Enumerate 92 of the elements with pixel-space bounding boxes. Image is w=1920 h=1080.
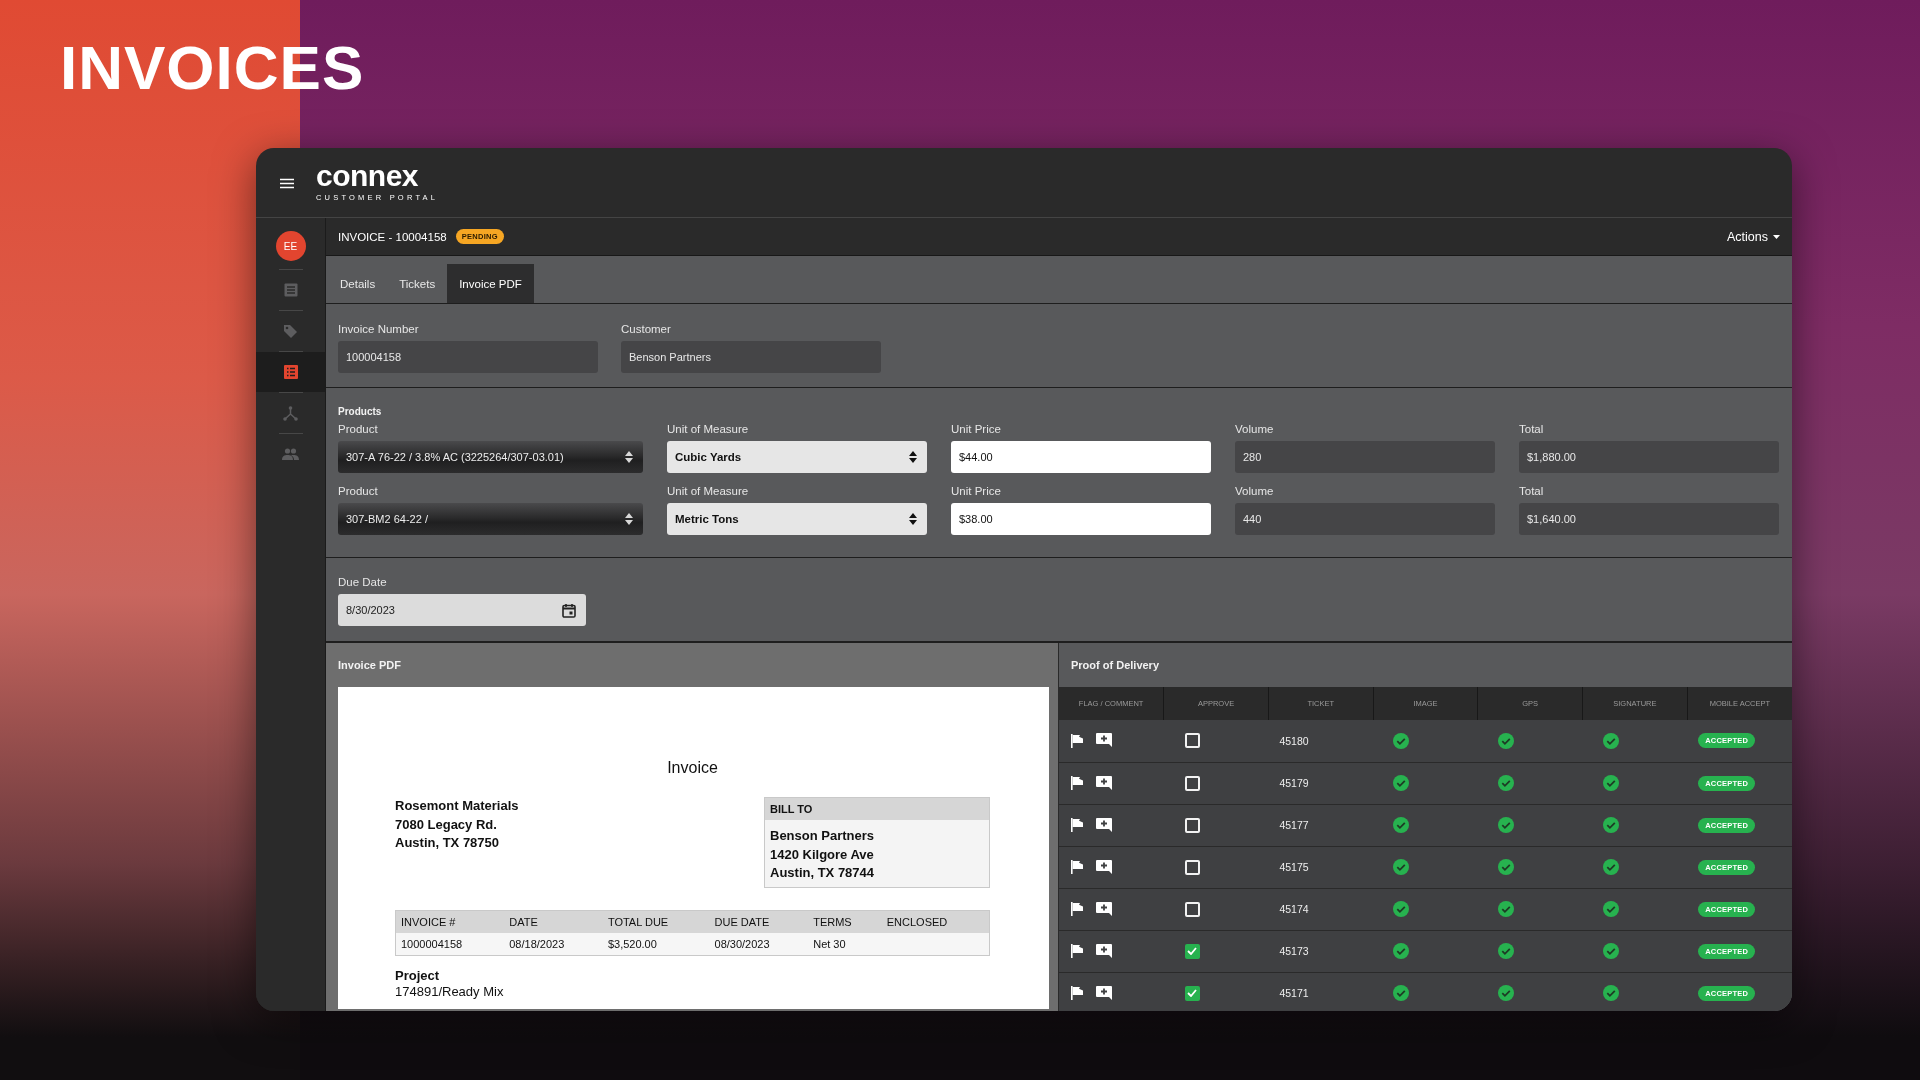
caret-icon	[1773, 234, 1780, 239]
sort-arrows-icon	[909, 513, 917, 525]
billing-address: Benson Partners 1420 Kilgore Ave Austin, TX 78744	[769, 827, 876, 882]
tab[interactable]: Details	[328, 264, 388, 303]
table-cell: 45171	[1268, 972, 1374, 1011]
tab[interactable]: Invoice PDF	[447, 264, 534, 303]
input-field[interactable]: $44.00	[951, 441, 1211, 473]
table-cell: 45175	[1268, 846, 1374, 888]
sort-arrows-icon	[625, 513, 633, 525]
section-title: Products	[338, 406, 383, 419]
add-comment-icon[interactable]	[1096, 985, 1112, 1001]
checkbox[interactable]	[1184, 817, 1200, 833]
add-comment-icon[interactable]	[1096, 817, 1112, 833]
field-label: Unit of Measure	[667, 422, 750, 436]
field-label: Unit Price	[951, 422, 1002, 436]
select-field[interactable]: 307-BM2 64-22 /	[338, 503, 643, 535]
flag-icon[interactable]	[1070, 733, 1083, 748]
project-heading: Project	[395, 967, 441, 984]
field-label: Due Date	[338, 575, 388, 589]
panel-title: Proof of Delivery	[1070, 658, 1161, 673]
document-title: Invoice	[666, 759, 719, 777]
column-header: TOTAL DUE	[602, 910, 710, 933]
sender-address: Rosemont Materials 7080 Legacy Rd. Austin, TX 78750	[395, 797, 519, 852]
checkbox[interactable]	[1184, 985, 1200, 1001]
field-label: Unit of Measure	[667, 484, 750, 498]
select-field[interactable]: Metric Tons	[667, 503, 927, 535]
field-label: Product	[338, 484, 379, 498]
invoice-title: INVOICE - 10004158	[338, 230, 447, 243]
field-label: Total	[1519, 422, 1545, 436]
add-comment-icon[interactable]	[1096, 859, 1112, 875]
tab[interactable]: Tickets	[387, 264, 448, 303]
project-value: 174891/Ready Mix	[395, 983, 505, 1000]
table-cell: 45177	[1268, 804, 1374, 846]
checkbox[interactable]	[1184, 859, 1200, 875]
brand-name: connex	[316, 161, 420, 190]
input-field[interactable]: Benson Partners	[621, 341, 881, 373]
table-cell: 08/18/2023	[504, 932, 603, 955]
table-cell: 1000004158	[395, 932, 505, 955]
checkbox[interactable]	[1184, 733, 1200, 749]
flag-icon[interactable]	[1070, 902, 1083, 916]
flag-icon[interactable]	[1070, 776, 1083, 790]
flag-icon[interactable]	[1070, 986, 1083, 1000]
sort-arrows-icon	[909, 451, 917, 463]
bill-to-heading: BILL TO	[765, 798, 989, 820]
field-label: Invoice Number	[338, 322, 420, 336]
input-field[interactable]: 440	[1235, 503, 1495, 535]
avatar[interactable]: EE	[275, 231, 306, 261]
select-field[interactable]: 307-A 76-22 / 3.8% AC (3225264/307-03.01)	[338, 441, 643, 473]
field-label: Product	[338, 422, 379, 436]
flag-icon[interactable]	[1070, 818, 1083, 832]
network-icon	[283, 405, 298, 421]
flag-icon[interactable]	[1070, 860, 1083, 874]
table-cell: 45174	[1268, 888, 1374, 930]
tag-icon	[283, 323, 298, 339]
column-header: DUE DATE	[709, 910, 809, 933]
table-cell: 45173	[1268, 930, 1374, 972]
column-header: TERMS	[808, 910, 882, 933]
input-field[interactable]: 280	[1235, 441, 1495, 473]
calendar-icon[interactable]	[562, 602, 576, 618]
list-icon	[283, 365, 298, 379]
input-field[interactable]: 100004158	[338, 341, 598, 373]
field-label: Total	[1519, 484, 1545, 498]
date-field[interactable]: 8/30/2023	[338, 594, 586, 626]
add-comment-icon[interactable]	[1096, 775, 1112, 791]
page-title: INVOICES	[60, 32, 365, 104]
add-comment-icon[interactable]	[1096, 943, 1112, 959]
add-comment-icon[interactable]	[1096, 901, 1112, 917]
field-label: Customer	[621, 322, 672, 336]
input-field[interactable]: $38.00	[951, 503, 1211, 535]
table-cell: 45180	[1268, 720, 1374, 762]
field-label: Unit Price	[951, 484, 1002, 498]
column-header: INVOICE #	[395, 910, 505, 933]
document-icon	[283, 283, 298, 297]
input-field[interactable]: $1,640.00	[1519, 503, 1779, 535]
input-field[interactable]: $1,880.00	[1519, 441, 1779, 473]
panel-title: Invoice PDF	[337, 658, 402, 673]
table-cell: 45179	[1268, 762, 1374, 804]
sidebar-item[interactable]	[256, 352, 325, 392]
column-header: ENCLOSED	[881, 910, 990, 933]
people-icon	[282, 448, 299, 460]
table-cell: Net 30	[808, 932, 882, 955]
sort-arrows-icon	[625, 451, 633, 463]
field-label: Volume	[1235, 484, 1275, 498]
add-comment-icon[interactable]	[1096, 733, 1112, 749]
column-header: DATE	[504, 910, 603, 933]
flag-icon[interactable]	[1070, 944, 1083, 958]
checkbox[interactable]	[1184, 943, 1200, 959]
actions-button[interactable]: Actions	[1727, 229, 1780, 244]
checkbox[interactable]	[1184, 901, 1200, 917]
checkbox[interactable]	[1184, 775, 1200, 791]
select-field[interactable]: Cubic Yards	[667, 441, 927, 473]
field-label: Volume	[1235, 422, 1275, 436]
